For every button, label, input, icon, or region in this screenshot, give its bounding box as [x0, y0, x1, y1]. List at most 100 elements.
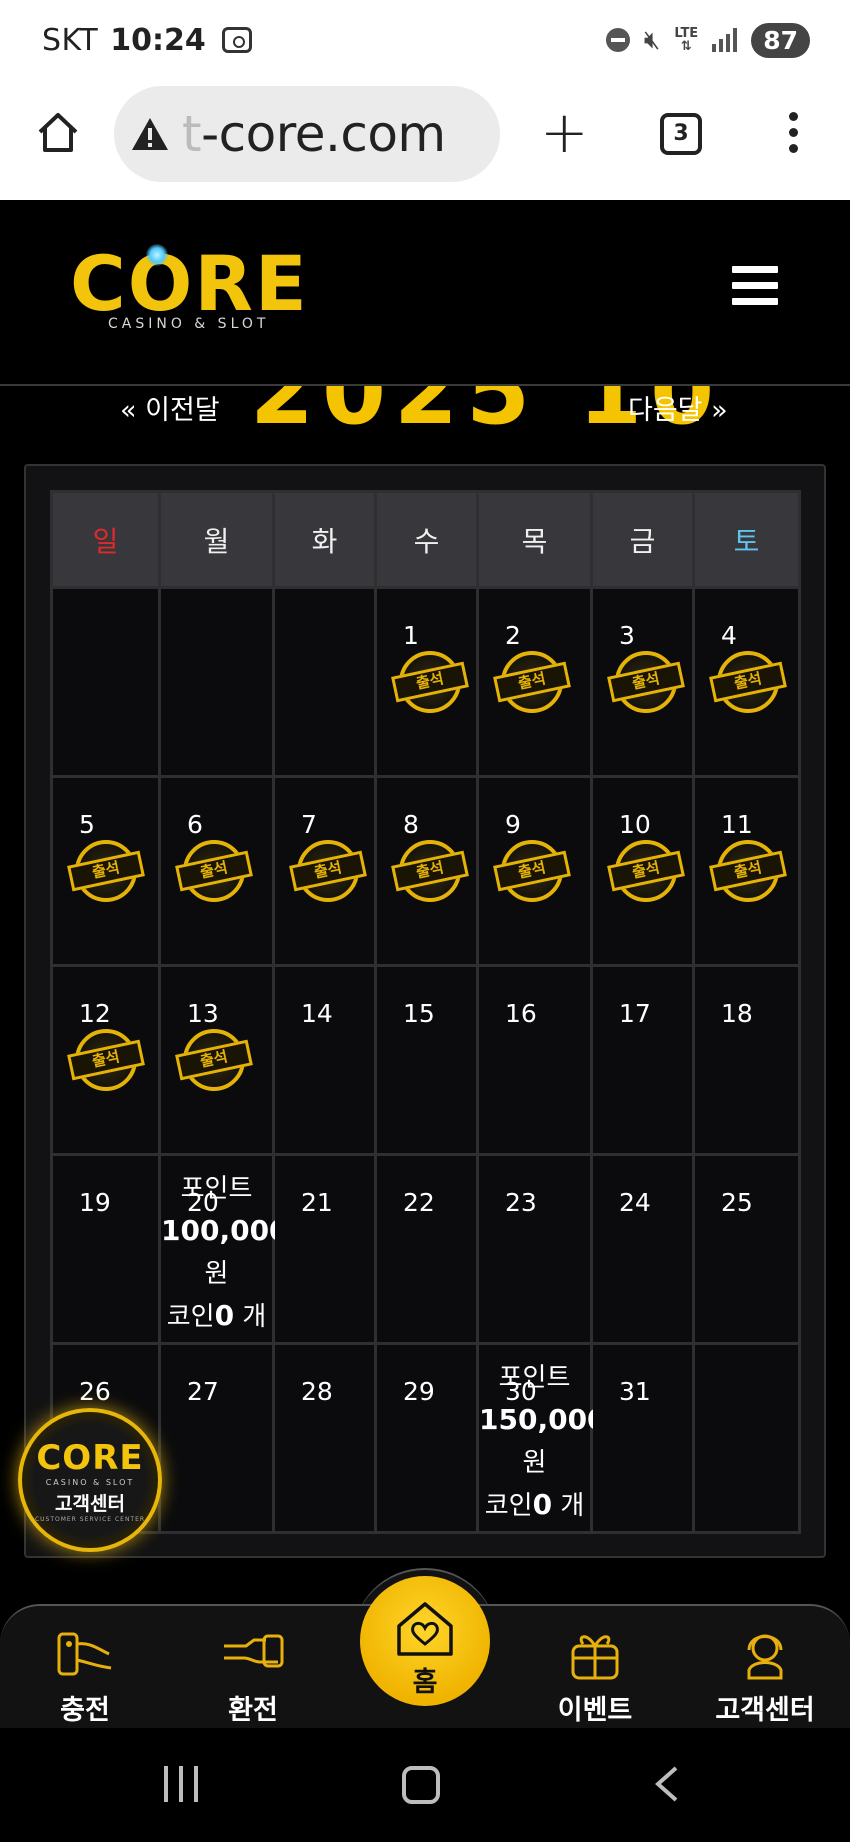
day-number: 13	[187, 999, 219, 1028]
next-month-link[interactable]: 다음달 »	[628, 388, 728, 427]
attendance-stamp-icon: 출석	[709, 838, 787, 908]
calendar-day-cell[interactable]: 16	[476, 964, 593, 1156]
calendar-empty-cell	[50, 586, 161, 778]
home-heart-icon	[397, 1602, 453, 1656]
back-button[interactable]	[648, 1764, 688, 1804]
address-bar[interactable]: t-core.com	[114, 86, 500, 182]
nav-withdraw[interactable]: 환전	[178, 1624, 328, 1727]
calendar-day-cell[interactable]: 28	[272, 1342, 377, 1534]
day-number: 27	[187, 1377, 219, 1406]
lte-icon: LTE ⇅	[674, 26, 699, 54]
calendar-day-cell[interactable]: 3 출석	[590, 586, 695, 778]
browser-toolbar: t-core.com + 3	[0, 80, 850, 200]
nav-customer-center-label: 고객센터	[715, 1695, 815, 1726]
day-number: 31	[619, 1377, 651, 1406]
customer-center-floating-button[interactable]: CORE CASINO & SLOT 고객센터 CUSTOMER SERVICE…	[18, 1408, 162, 1552]
nav-event-label: 이벤트	[557, 1695, 633, 1726]
calendar-day-cell[interactable]: 4 출석	[692, 586, 801, 778]
calendar-day-cell[interactable]: 29	[374, 1342, 479, 1534]
calendar-day-cell[interactable]: 19	[50, 1153, 161, 1345]
calendar-day-cell[interactable]: 25	[692, 1153, 801, 1345]
calendar-day-cell[interactable]: 2 출석	[476, 586, 593, 778]
weekday-wed: 수	[374, 490, 479, 589]
hamburger-menu-icon[interactable]	[732, 266, 778, 310]
day-number: 28	[301, 1377, 333, 1406]
nav-withdraw-label: 환전	[228, 1695, 278, 1726]
calendar-day-cell[interactable]: 12 출석	[50, 964, 161, 1156]
day-number: 5	[79, 810, 95, 839]
warning-icon[interactable]	[130, 116, 170, 152]
day-number: 18	[721, 999, 753, 1028]
url-faded-part: t	[182, 105, 202, 163]
home-icon[interactable]	[36, 110, 80, 154]
new-tab-button[interactable]: +	[540, 103, 589, 161]
network-label: LTE	[674, 26, 699, 41]
day-number: 12	[79, 999, 111, 1028]
prev-month-link[interactable]: « 이전달	[120, 388, 220, 427]
calendar-day-cell[interactable]: 21	[272, 1153, 377, 1345]
day-number: 14	[301, 999, 333, 1028]
calendar-day-cell[interactable]: 13 출석	[158, 964, 275, 1156]
do-not-disturb-icon	[605, 28, 630, 52]
day-number: 17	[619, 999, 651, 1028]
calendar-day-cell[interactable]: 14	[272, 964, 377, 1156]
url-text[interactable]: t-core.com	[182, 105, 446, 163]
weekday-sat: 토	[692, 490, 801, 589]
cs-badge-sub: CASINO & SLOT	[45, 1478, 135, 1487]
mute-icon: 🔇︎	[643, 24, 661, 55]
more-menu-icon[interactable]	[786, 112, 800, 156]
day-number: 16	[505, 999, 537, 1028]
calendar-day-cell[interactable]: 5 출석	[50, 775, 161, 967]
attendance-stamp-icon: 출석	[67, 1027, 145, 1097]
calendar-day-cell[interactable]: 27	[158, 1342, 275, 1534]
day-number: 3	[619, 621, 635, 650]
nav-event[interactable]: 이벤트	[520, 1624, 670, 1727]
nav-home-button[interactable]: 홈	[360, 1576, 490, 1706]
url-domain: -core.com	[201, 105, 446, 163]
calendar-day-cell[interactable]: 23	[476, 1153, 593, 1345]
reward-coin-unit: 개	[560, 1491, 585, 1521]
tab-switcher-button[interactable]: 3	[660, 113, 702, 155]
site-logo[interactable]: CORE CASINO & SLOT	[70, 244, 307, 346]
system-home-button[interactable]	[402, 1766, 440, 1804]
calendar-day-cell[interactable]: 1 출석	[374, 586, 479, 778]
attendance-stamp-icon: 출석	[607, 838, 685, 908]
calendar-day-cell[interactable]: 7 출석	[272, 775, 377, 967]
calendar-day-cell[interactable]: 10 출석	[590, 775, 695, 967]
calendar-day-cell[interactable]: 18	[692, 964, 801, 1156]
calendar-day-cell[interactable]: 24	[590, 1153, 695, 1345]
calendar-day-cell[interactable]: 11 출석	[692, 775, 801, 967]
day-number: 8	[403, 810, 419, 839]
weekday-tue: 화	[272, 490, 377, 589]
day-number: 9	[505, 810, 521, 839]
calendar-day-cell[interactable]: 6 출석	[158, 775, 275, 967]
attendance-calendar: 일 월 화 수 목 금 토 1 출석 2 출석 3 출석 4 출석 5 출석 6 출석 7 출석 8 출석 9 출…	[24, 464, 826, 1558]
calendar-day-cell[interactable]: 8 출석	[374, 775, 479, 967]
calendar-week-row: 19 20 포인트 100,000 원 코인0 개 21 22 23 24 25	[50, 1153, 801, 1345]
reward-won-label: 원	[522, 1448, 547, 1478]
attendance-stamp-icon: 출석	[175, 838, 253, 908]
calendar-day-cell[interactable]: 9 출석	[476, 775, 593, 967]
day-number: 2	[505, 621, 521, 650]
calendar-day-cell[interactable]: 17	[590, 964, 695, 1156]
calendar-day-cell[interactable]: 22	[374, 1153, 479, 1345]
month-navigation: « 이전달 2025 10 다음달 »	[0, 386, 850, 436]
calendar-week-row: 1 출석 2 출석 3 출석 4 출석	[50, 586, 801, 778]
calendar-day-cell[interactable]: 30 포인트 150,000 원 코인0 개	[476, 1342, 607, 1534]
cs-badge-logo: CORE	[36, 1438, 144, 1478]
reward-coin-label: 코인	[166, 1302, 215, 1332]
attendance-stamp-icon: 출석	[175, 1027, 253, 1097]
calendar-day-cell[interactable]: 31	[590, 1342, 695, 1534]
calendar-day-cell[interactable]: 15	[374, 964, 479, 1156]
attendance-stamp-icon: 출석	[67, 838, 145, 908]
attendance-stamp-icon: 출석	[493, 838, 571, 908]
attendance-stamp-icon: 출석	[391, 649, 469, 719]
nav-deposit[interactable]: 충전	[10, 1624, 160, 1727]
nav-customer-center[interactable]: 고객센터	[690, 1624, 840, 1727]
calendar-empty-cell	[692, 1342, 801, 1534]
day-number: 24	[619, 1188, 651, 1217]
calendar-week-row: 26 27 28 29 30 포인트 150,000 원 코인0 개 31	[50, 1342, 801, 1534]
recents-button[interactable]	[164, 1766, 198, 1802]
reward-coins: 0	[532, 1488, 553, 1521]
calendar-day-cell[interactable]: 20 포인트 100,000 원 코인0 개	[158, 1153, 289, 1345]
